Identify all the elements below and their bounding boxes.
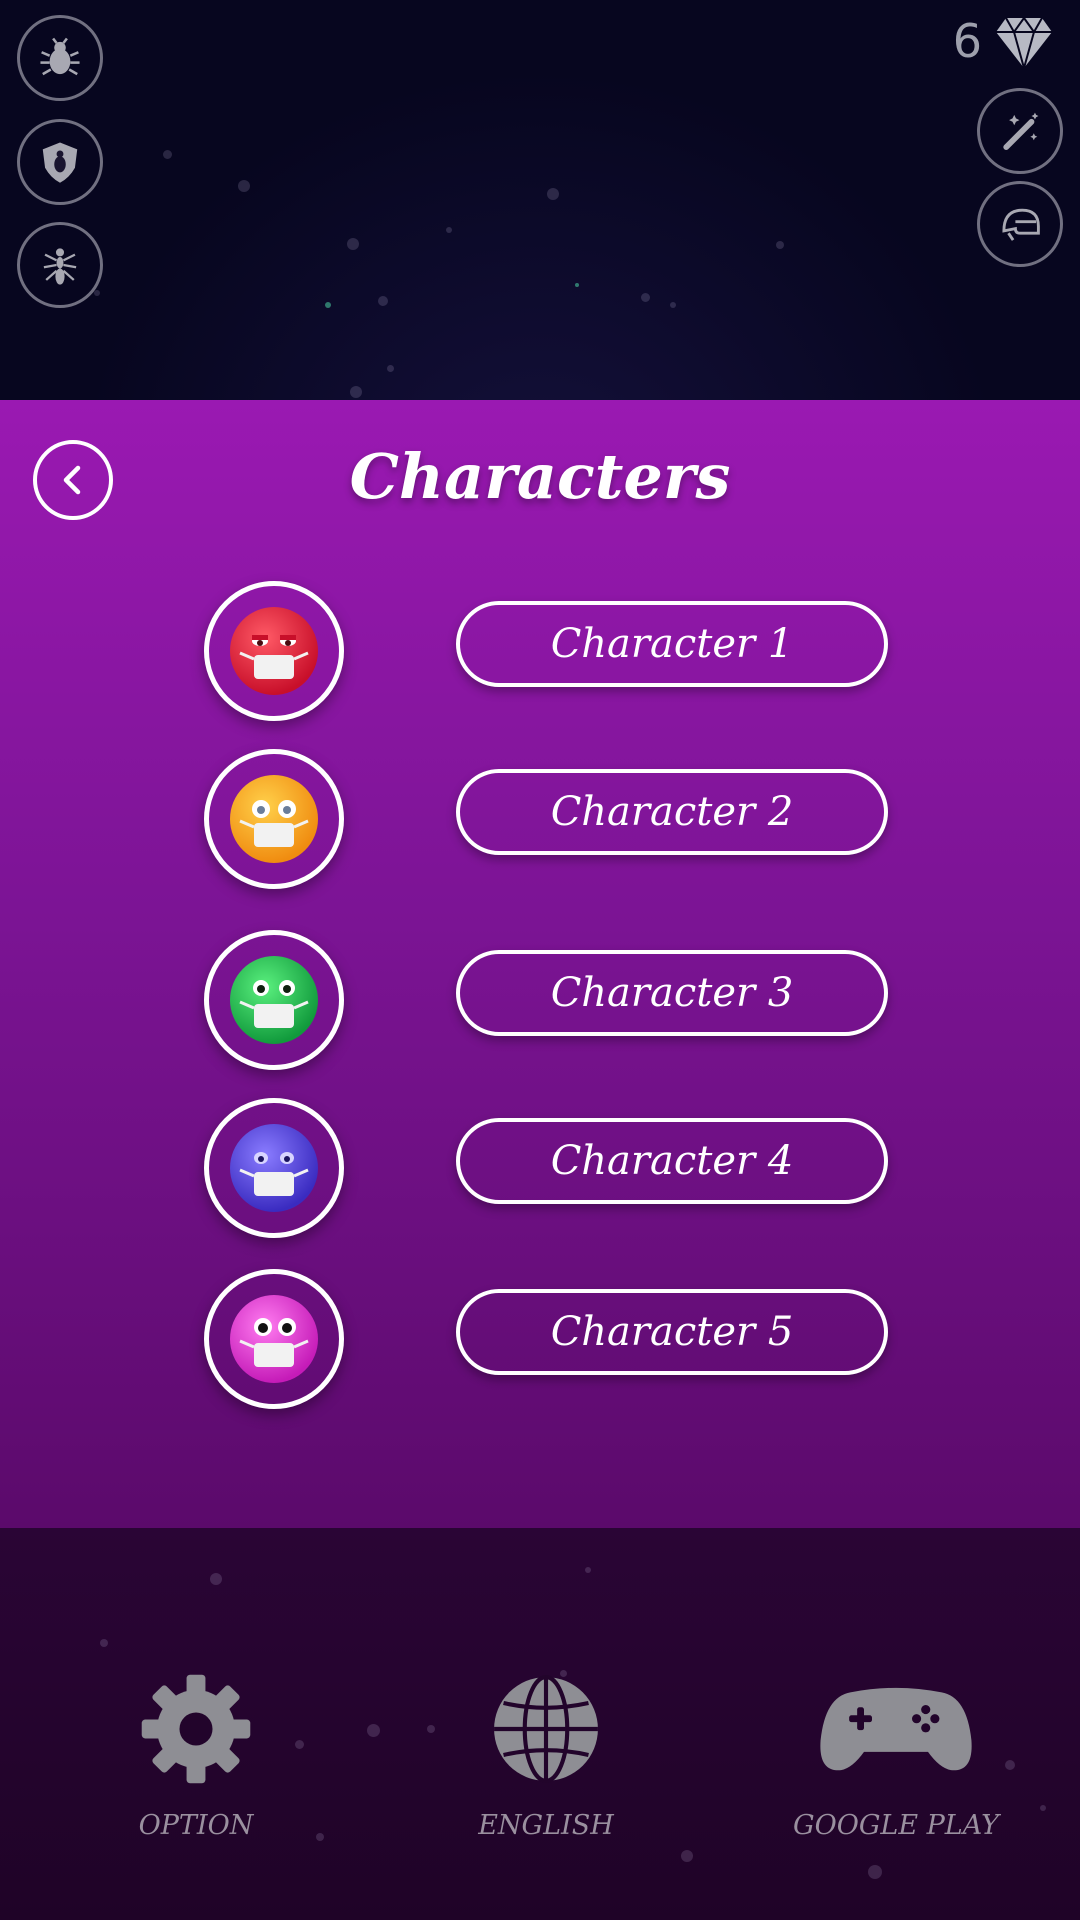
character-4-button[interactable]: Character 4 bbox=[456, 1118, 888, 1204]
character-avatar[interactable] bbox=[204, 1098, 344, 1238]
masked-face-icon bbox=[230, 607, 318, 695]
masked-face-icon bbox=[230, 775, 318, 863]
character-row: Character 3 bbox=[0, 930, 1080, 1070]
globe-icon bbox=[494, 1675, 598, 1783]
gamepad-icon bbox=[820, 1687, 972, 1771]
option-label: OPTION bbox=[138, 1810, 254, 1841]
characters-panel: Characters Character 1 Character 2 Chara… bbox=[0, 400, 1080, 1528]
page-title: Characters bbox=[349, 440, 731, 513]
character-5-button[interactable]: Character 5 bbox=[456, 1289, 888, 1375]
google-play-button[interactable]: GOOGLE PLAY bbox=[766, 1670, 1026, 1841]
character-row: Character 1 bbox=[0, 581, 1080, 721]
masked-face-icon bbox=[230, 1124, 318, 1212]
language-button[interactable]: ENGLISH bbox=[416, 1670, 676, 1841]
bug-icon bbox=[40, 37, 80, 76]
gear-icon bbox=[141, 1674, 251, 1784]
character-3-button[interactable]: Character 3 bbox=[456, 950, 888, 1036]
magic-wand-button[interactable] bbox=[977, 88, 1063, 174]
helmet-button[interactable] bbox=[977, 181, 1063, 267]
masked-face-icon bbox=[230, 1295, 318, 1383]
top-background bbox=[0, 0, 1080, 400]
character-2-button[interactable]: Character 2 bbox=[456, 769, 888, 855]
character-avatar[interactable] bbox=[204, 581, 344, 721]
gem-count: 6 bbox=[952, 14, 982, 68]
character-row: Character 5 bbox=[0, 1269, 1080, 1409]
character-avatar[interactable] bbox=[204, 930, 344, 1070]
character-row: Character 2 bbox=[0, 749, 1080, 889]
magic-wand-icon bbox=[1003, 112, 1039, 150]
shield-bug-button[interactable] bbox=[17, 119, 103, 205]
helmet-icon bbox=[1002, 208, 1040, 241]
shield-bug-icon bbox=[42, 142, 78, 183]
character-row: Character 4 bbox=[0, 1098, 1080, 1238]
language-label: ENGLISH bbox=[478, 1810, 614, 1841]
character-1-button[interactable]: Character 1 bbox=[456, 601, 888, 687]
google-play-label: GOOGLE PLAY bbox=[793, 1810, 999, 1841]
ant-button[interactable] bbox=[17, 222, 103, 308]
masked-face-icon bbox=[230, 956, 318, 1044]
option-button[interactable]: OPTION bbox=[66, 1670, 326, 1841]
ant-icon bbox=[43, 248, 77, 285]
character-avatar[interactable] bbox=[204, 749, 344, 889]
diamond-icon bbox=[996, 17, 1052, 69]
character-avatar[interactable] bbox=[204, 1269, 344, 1409]
bug-button[interactable] bbox=[17, 15, 103, 101]
